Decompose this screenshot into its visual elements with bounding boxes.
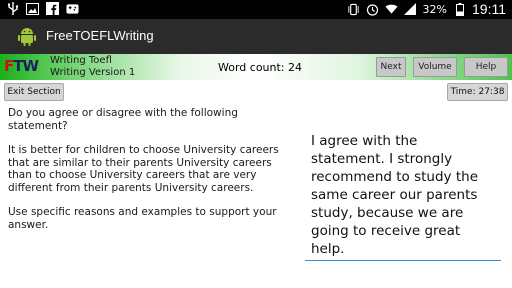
status-bar: 32% 19:11 bbox=[0, 0, 512, 19]
battery-percent: 32% bbox=[422, 2, 447, 16]
app-title: FreeTOEFLWriting bbox=[46, 28, 154, 43]
usb-icon bbox=[6, 2, 19, 15]
answer-textarea[interactable]: I agree with the statement. I strongly r… bbox=[305, 128, 501, 261]
signal-icon bbox=[403, 3, 417, 16]
prompt-instructions: Use specific reasons and examples to sup… bbox=[8, 206, 277, 231]
android-app-icon[interactable] bbox=[16, 25, 38, 51]
notification-icons bbox=[6, 2, 79, 15]
prompt-statement: It is better for children to choose Univ… bbox=[8, 144, 279, 194]
facebook-icon bbox=[46, 2, 59, 15]
gamepad-icon bbox=[66, 2, 79, 15]
answer-text[interactable]: I agree with the statement. I strongly r… bbox=[305, 128, 501, 262]
prompt-question: Do you agree or disagree with the follow… bbox=[8, 107, 238, 132]
prompt-panel: Do you agree or disagree with the follow… bbox=[8, 107, 298, 243]
action-bar: FreeTOEFLWriting bbox=[0, 19, 512, 54]
word-count: Word count: 24 bbox=[218, 61, 303, 74]
logo-text: FTW bbox=[4, 57, 39, 75]
clock: 19:11 bbox=[472, 1, 506, 17]
volume-button[interactable]: Volume bbox=[413, 57, 457, 77]
exam-header: FTW Writing Toefl Writing Version 1 Word… bbox=[0, 54, 512, 80]
exit-section-button[interactable]: Exit Section bbox=[4, 83, 64, 101]
next-button[interactable]: Next bbox=[376, 57, 406, 77]
battery-icon bbox=[453, 2, 466, 16]
header-subtitle-1: Writing Toefl bbox=[50, 55, 112, 66]
header-subtitle-2: Writing Version 1 bbox=[50, 67, 136, 78]
image-icon bbox=[26, 2, 39, 15]
vibrate-icon bbox=[347, 3, 360, 16]
wifi-icon bbox=[385, 3, 398, 16]
timer-button[interactable]: Time: 27:38 bbox=[447, 83, 508, 101]
ftw-logo: FTW bbox=[4, 57, 39, 75]
alarm-icon bbox=[366, 3, 379, 16]
system-status: 32% 19:11 bbox=[347, 1, 506, 17]
help-button[interactable]: Help bbox=[464, 57, 508, 77]
